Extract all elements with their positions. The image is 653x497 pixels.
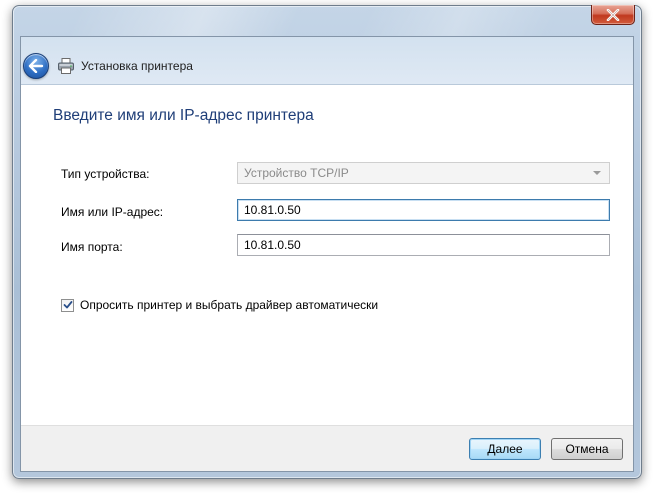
- device-type-value: Устройство TCP/IP: [244, 166, 349, 180]
- next-button[interactable]: Далее: [469, 438, 541, 460]
- query-printer-option[interactable]: Опросить принтер и выбрать драйвер автом…: [61, 298, 378, 312]
- hostname-input[interactable]: 10.81.0.50: [237, 199, 610, 221]
- device-type-select: Устройство TCP/IP: [237, 162, 610, 184]
- port-name-label: Имя порта:: [61, 240, 123, 254]
- wizard-footer: Далее Отмена: [21, 425, 633, 471]
- chevron-down-icon: [593, 171, 601, 175]
- wizard-content: Введите имя или IP-адрес принтера Тип ус…: [21, 85, 633, 425]
- back-arrow-icon: [28, 59, 44, 73]
- checkmark-icon: [63, 301, 72, 309]
- device-type-label: Тип устройства:: [61, 167, 150, 181]
- client-area: Установка принтера Введите имя или IP-ад…: [20, 36, 634, 472]
- wizard-header: Установка принтера: [21, 37, 633, 85]
- page-title: Введите имя или IP-адрес принтера: [53, 107, 314, 124]
- close-icon: [606, 8, 620, 21]
- close-button[interactable]: [591, 5, 635, 25]
- window-title: Установка принтера: [81, 59, 193, 73]
- back-button[interactable]: [23, 53, 49, 79]
- query-printer-checkbox[interactable]: [61, 298, 74, 312]
- query-printer-label: Опросить принтер и выбрать драйвер автом…: [80, 298, 379, 312]
- dialog-window: Установка принтера Введите имя или IP-ад…: [12, 5, 642, 479]
- port-name-input[interactable]: 10.81.0.50: [237, 234, 610, 256]
- cancel-button[interactable]: Отмена: [551, 438, 623, 460]
- printer-icon: [58, 58, 74, 74]
- hostname-label: Имя или IP-адрес:: [61, 205, 164, 219]
